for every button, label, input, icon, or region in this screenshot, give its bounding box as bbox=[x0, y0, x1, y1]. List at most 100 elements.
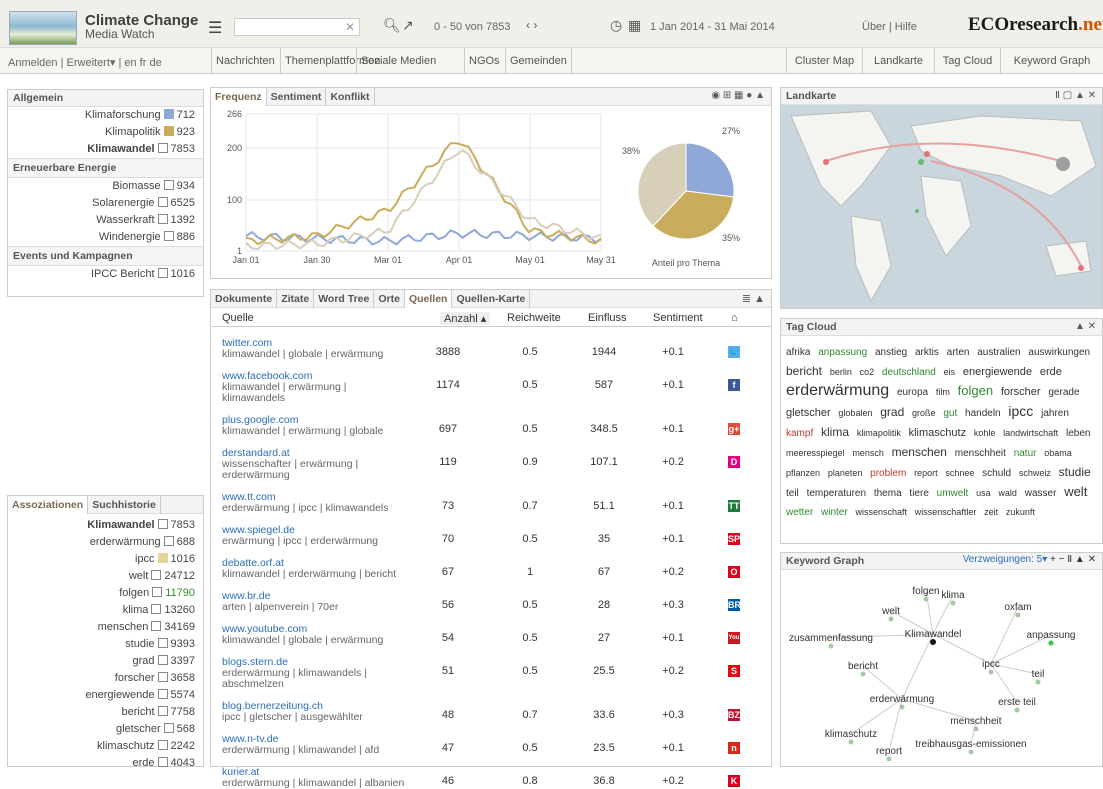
graph-node[interactable] bbox=[988, 669, 994, 675]
node-label[interactable]: folgen bbox=[912, 586, 939, 597]
source-icon[interactable]: S bbox=[728, 665, 740, 677]
table-row[interactable]: www.spiegel.de erwärmung | ipcc | erderwä… bbox=[222, 525, 378, 547]
checkbox[interactable] bbox=[163, 126, 174, 136]
tag-ipcc[interactable]: ipcc bbox=[1008, 403, 1033, 419]
tab-word-tree[interactable]: Word Tree bbox=[314, 290, 375, 308]
table-row[interactable]: blogs.stern.de erderwärmung | klimawandel… bbox=[222, 657, 412, 690]
header-links[interactable]: Über | Hilfe bbox=[862, 21, 917, 33]
tag-mensch[interactable]: mensch bbox=[852, 448, 884, 458]
list-item[interactable]: Klimawandel 7853 bbox=[8, 517, 203, 534]
source-icon[interactable]: 🐦 bbox=[728, 346, 740, 358]
tag-jahren[interactable]: jahren bbox=[1041, 408, 1069, 419]
node-label[interactable]: zusammenfassung bbox=[789, 633, 873, 644]
tab-sentiment[interactable]: Sentiment bbox=[267, 88, 327, 106]
tag-gerade[interactable]: gerade bbox=[1048, 387, 1079, 398]
source-icon[interactable]: You bbox=[728, 632, 740, 644]
tag-usa[interactable]: usa bbox=[976, 488, 991, 498]
tab-orte[interactable]: Orte bbox=[374, 290, 405, 308]
tag-schweiz[interactable]: schweiz bbox=[1019, 468, 1051, 478]
table-row[interactable]: www.youtube.com klimawandel | globale | e… bbox=[222, 624, 383, 646]
tag-forscher[interactable]: forscher bbox=[1001, 386, 1041, 398]
tag-welt[interactable]: welt bbox=[1064, 484, 1087, 499]
filter-icon[interactable]: ☰ bbox=[208, 18, 222, 38]
tag-arten[interactable]: arten bbox=[947, 347, 970, 358]
tab-cluster-map[interactable]: Cluster Map bbox=[786, 48, 862, 74]
checkbox[interactable] bbox=[157, 638, 168, 648]
graph-node[interactable] bbox=[886, 756, 892, 762]
list-item[interactable]: Windenergie 886 bbox=[8, 229, 203, 246]
tab-soziale-medien[interactable]: Soziale Medien bbox=[356, 48, 440, 74]
home-icon[interactable]: ⌂ bbox=[731, 312, 738, 324]
list-item[interactable]: grad 3397 bbox=[8, 653, 203, 670]
node-label[interactable]: ipcc bbox=[982, 659, 1000, 670]
tag-gletscher[interactable]: gletscher bbox=[786, 407, 831, 419]
graph-node[interactable] bbox=[973, 726, 979, 732]
list-item[interactable]: IPCC Bericht 1016 bbox=[8, 266, 203, 283]
tab-dokumente[interactable]: Dokumente bbox=[211, 290, 278, 308]
tag-co2[interactable]: co2 bbox=[860, 367, 875, 377]
tag-schuld[interactable]: schuld bbox=[982, 468, 1011, 479]
search-icon[interactable]: 🔍︎ bbox=[383, 17, 401, 34]
table-row[interactable]: www.br.de arten | alpenverein | 70er bbox=[222, 591, 338, 613]
list-item[interactable]: Wasserkraft 1392 bbox=[8, 212, 203, 229]
tag-wissenschaft[interactable]: wissenschaft bbox=[855, 507, 907, 517]
tag-teil[interactable]: teil bbox=[786, 488, 799, 499]
tag-globalen[interactable]: globalen bbox=[838, 408, 872, 418]
tag-australien[interactable]: australien bbox=[977, 347, 1020, 358]
tag-afrika[interactable]: afrika bbox=[786, 347, 810, 358]
tag-bericht[interactable]: bericht bbox=[786, 364, 822, 378]
tag-planeten[interactable]: planeten bbox=[828, 468, 863, 478]
node-label[interactable]: oxfam bbox=[1004, 602, 1031, 613]
tag-landwirtschaft[interactable]: landwirtschaft bbox=[1003, 428, 1058, 438]
clock-icon[interactable]: ◷ bbox=[610, 17, 622, 34]
list-item[interactable]: studie 9393 bbox=[8, 636, 203, 653]
tag-winter[interactable]: winter bbox=[821, 507, 848, 518]
nav-left[interactable]: Anmelden | Erweitert▾ | en fr de bbox=[8, 56, 162, 69]
world-map[interactable] bbox=[781, 106, 1102, 308]
tag-kampf[interactable]: kampf bbox=[786, 428, 813, 439]
tag-gut[interactable]: gut bbox=[943, 408, 957, 419]
graph-node[interactable] bbox=[888, 616, 894, 622]
checkbox[interactable] bbox=[157, 757, 168, 767]
list-item[interactable]: menschen 34169 bbox=[8, 619, 203, 636]
table-row[interactable]: blog.bernerzeitung.ch ipcc | gletscher | … bbox=[222, 701, 363, 723]
tag-menschheit[interactable]: menschheit bbox=[955, 448, 1006, 459]
tag-erderwärmung[interactable]: erderwärmung bbox=[786, 382, 889, 399]
graph-node[interactable] bbox=[828, 643, 834, 649]
list-item[interactable]: erde 4043 bbox=[8, 755, 203, 772]
col-anzahl[interactable]: Anzahl ▴ bbox=[440, 312, 491, 325]
tab-quellen[interactable]: Quellen bbox=[404, 290, 453, 308]
node-label[interactable]: Klimawandel bbox=[905, 629, 962, 640]
checkbox[interactable] bbox=[163, 231, 174, 241]
list-item[interactable]: gletscher 568 bbox=[8, 721, 203, 738]
tag-erde[interactable]: erde bbox=[1040, 366, 1062, 378]
checkbox[interactable] bbox=[157, 197, 168, 207]
tab-suchhistorie[interactable]: Suchhistorie bbox=[88, 496, 161, 514]
checkbox[interactable] bbox=[163, 536, 174, 546]
tag-schnee[interactable]: schnee bbox=[945, 468, 974, 478]
tagcloud-controls-icon[interactable]: ▲ ✕ bbox=[1075, 321, 1096, 332]
node-label[interactable]: erderwärmung bbox=[870, 694, 934, 705]
list-item[interactable]: forscher 3658 bbox=[8, 670, 203, 687]
search-input[interactable]: ✕ bbox=[234, 18, 360, 36]
list-item[interactable]: energiewende 5574 bbox=[8, 687, 203, 704]
table-row[interactable]: kurier.at erderwärmung | klimawandel | al… bbox=[222, 767, 412, 789]
tag-europa[interactable]: europa bbox=[897, 387, 928, 398]
tag-obama[interactable]: obama bbox=[1044, 448, 1072, 458]
table-row[interactable]: debatte.orf.at klimawandel | erderwärmung… bbox=[222, 558, 396, 580]
checkbox[interactable] bbox=[157, 214, 168, 224]
node-label[interactable]: klimaschutz bbox=[825, 729, 877, 740]
checkbox[interactable] bbox=[157, 519, 168, 529]
checkbox[interactable] bbox=[157, 740, 168, 750]
tag-natur[interactable]: natur bbox=[1014, 448, 1037, 459]
share-icon[interactable]: ↗ bbox=[402, 17, 414, 34]
tag-eis[interactable]: eis bbox=[944, 367, 956, 377]
tag-report[interactable]: report bbox=[914, 468, 938, 478]
tag-problem[interactable]: problem bbox=[870, 468, 906, 479]
node-label[interactable]: treibhausgas-emissionen bbox=[915, 739, 1026, 750]
source-icon[interactable]: K bbox=[728, 775, 740, 787]
table-row[interactable]: www.n-tv.de erderwärmung | klimawandel | … bbox=[222, 734, 379, 756]
tag-anstieg[interactable]: anstieg bbox=[875, 347, 907, 358]
col-reichweite[interactable]: Reichweite bbox=[507, 312, 561, 324]
tag-handeln[interactable]: handeln bbox=[965, 408, 1001, 419]
